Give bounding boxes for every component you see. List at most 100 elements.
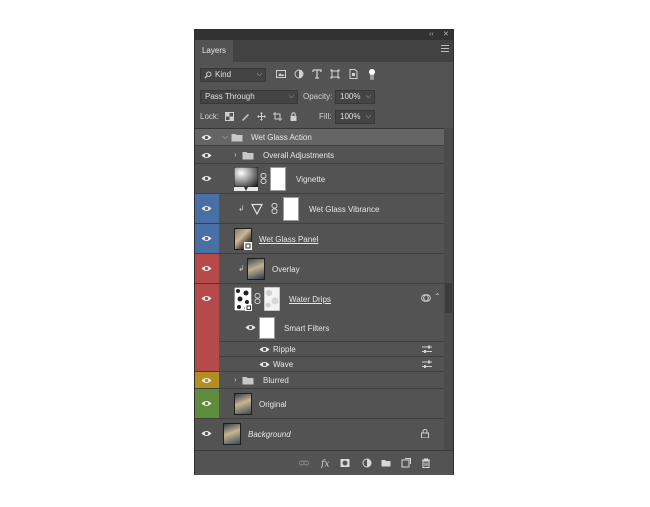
layer-original[interactable]: Original: [195, 389, 444, 419]
eye-icon[interactable]: [201, 400, 212, 407]
layer-name: Original: [259, 400, 287, 409]
layers-list: ⌵ Wet Glass Action › Overall Adjustments…: [195, 128, 444, 451]
layer-thumbnail[interactable]: [247, 258, 265, 280]
visibility-column: [195, 164, 219, 193]
chevron-down-icon: ⌵: [365, 93, 371, 100]
eye-icon[interactable]: [259, 346, 270, 353]
smart-filter-icon[interactable]: [421, 293, 431, 303]
adjustment-filter-icon[interactable]: [293, 68, 305, 80]
layer-mask-thumbnail[interactable]: [270, 167, 286, 191]
collapse-button[interactable]: ‹‹: [429, 30, 434, 40]
visibility-column: [195, 224, 219, 253]
layer-name: Wet Glass Action: [251, 133, 312, 142]
eye-icon[interactable]: [201, 377, 212, 384]
opacity-label: Opacity:: [303, 92, 333, 101]
filter-name: Wave: [273, 360, 294, 369]
link-icon[interactable]: [271, 203, 278, 214]
svg-text:fx: fx: [321, 460, 329, 469]
eye-icon[interactable]: [201, 205, 212, 212]
blend-mode-dropdown[interactable]: Pass Through ⌵: [200, 90, 298, 104]
layer-thumbnail[interactable]: [223, 423, 241, 445]
opacity-field[interactable]: 100% ⌵: [335, 90, 375, 104]
layer-wet-glass-panel[interactable]: Wet Glass Panel: [195, 224, 444, 254]
chevron-down-icon: ⌵: [256, 71, 262, 78]
smart-object-filter-icon[interactable]: [347, 68, 359, 80]
lock-icon: [421, 429, 429, 438]
filter-toggle-icon[interactable]: [366, 68, 378, 80]
close-button[interactable]: ✕: [443, 30, 449, 40]
link-layers-icon[interactable]: [299, 458, 309, 468]
layer-vignette[interactable]: Vignette: [195, 164, 444, 194]
filter-options-icon[interactable]: [422, 345, 432, 354]
clipping-arrow-icon: ↲: [238, 264, 245, 273]
smart-filters-label: Smart Filters: [284, 324, 330, 333]
tab-layers[interactable]: Layers: [195, 40, 233, 62]
mask-icon[interactable]: [340, 458, 350, 468]
layer-overlay[interactable]: ↲ Overlay: [195, 254, 444, 284]
chevron-right-icon[interactable]: ›: [234, 150, 237, 159]
fill-field[interactable]: 100% ⌵: [335, 110, 375, 124]
adjustment-layer-icon[interactable]: [362, 458, 372, 468]
eye-icon[interactable]: [201, 134, 212, 141]
layer-thumbnail[interactable]: [234, 393, 252, 415]
eye-icon[interactable]: [259, 361, 270, 368]
trash-icon[interactable]: [421, 458, 431, 468]
link-icon[interactable]: [254, 293, 261, 304]
layer-blurred[interactable]: › Blurred: [195, 372, 444, 389]
fill-label: Fill:: [319, 112, 332, 121]
layer-background[interactable]: Background: [195, 419, 444, 449]
eye-icon[interactable]: [201, 295, 212, 302]
lock-position-icon[interactable]: [257, 112, 266, 121]
lock-all-icon[interactable]: [289, 112, 298, 121]
lock-transparent-icon[interactable]: [225, 112, 234, 121]
eye-icon[interactable]: [245, 324, 256, 331]
shape-filter-icon[interactable]: [329, 68, 341, 80]
layer-name: Overlay: [272, 265, 300, 274]
type-filter-icon[interactable]: [311, 68, 323, 80]
scrollbar[interactable]: [444, 128, 453, 450]
new-layer-icon[interactable]: [401, 458, 411, 468]
bottom-toolbar: fx: [195, 450, 453, 475]
eye-icon[interactable]: [201, 265, 212, 272]
chevron-up-icon[interactable]: ⌃: [434, 292, 441, 301]
folder-icon: [242, 152, 254, 160]
layer-thumbnail[interactable]: [234, 228, 252, 250]
blend-mode-value: Pass Through: [205, 92, 255, 101]
image-filter-icon[interactable]: [275, 68, 287, 80]
lock-artboard-icon[interactable]: [273, 112, 282, 121]
panel-titlebar: ‹‹ ✕: [195, 30, 453, 40]
chevron-right-icon[interactable]: ›: [234, 375, 237, 384]
layer-name: Background: [248, 430, 291, 439]
filter-options-icon[interactable]: [422, 360, 432, 369]
layer-name: Wet Glass Vibrance: [309, 205, 380, 214]
layer-overall-adjustments[interactable]: › Overall Adjustments: [195, 146, 444, 164]
layer-wet-glass-vibrance[interactable]: ↲ Wet Glass Vibrance: [195, 194, 444, 224]
eye-icon[interactable]: [201, 175, 212, 182]
chevron-down-icon[interactable]: ⌵: [222, 132, 228, 142]
layer-name: Blurred: [263, 376, 289, 385]
filter-name: Ripple: [273, 345, 296, 354]
layer-mask-thumbnail[interactable]: [264, 287, 280, 311]
filter-item-wave[interactable]: Wave: [219, 356, 444, 372]
layer-water-drips[interactable]: Water Drips ⌃ Smart Filters Ripple Wave: [195, 284, 444, 372]
scrollbar-thumb[interactable]: [445, 283, 452, 313]
layer-wet-glass-action[interactable]: ⌵ Wet Glass Action: [195, 129, 444, 146]
link-icon[interactable]: [260, 173, 267, 184]
eye-icon[interactable]: [201, 430, 212, 437]
chevron-down-icon: ⌵: [365, 113, 371, 120]
lock-pixels-icon[interactable]: [241, 112, 250, 121]
eye-icon[interactable]: [201, 152, 212, 159]
eye-icon[interactable]: [201, 235, 212, 242]
layer-name: Overall Adjustments: [263, 151, 335, 160]
kind-dropdown[interactable]: Kind ⌵: [200, 68, 266, 82]
chevron-down-icon: ⌵: [288, 93, 294, 100]
visibility-column: [195, 254, 219, 283]
filter-item-ripple[interactable]: Ripple: [219, 341, 444, 357]
layer-name: Wet Glass Panel: [259, 235, 319, 244]
fx-icon[interactable]: fx: [321, 458, 331, 469]
smart-filter-mask-thumbnail[interactable]: [259, 317, 275, 339]
layer-thumbnail[interactable]: [234, 287, 252, 311]
panel-menu-icon[interactable]: [441, 45, 449, 53]
layer-mask-thumbnail[interactable]: [283, 197, 299, 221]
new-group-icon[interactable]: [381, 458, 391, 468]
